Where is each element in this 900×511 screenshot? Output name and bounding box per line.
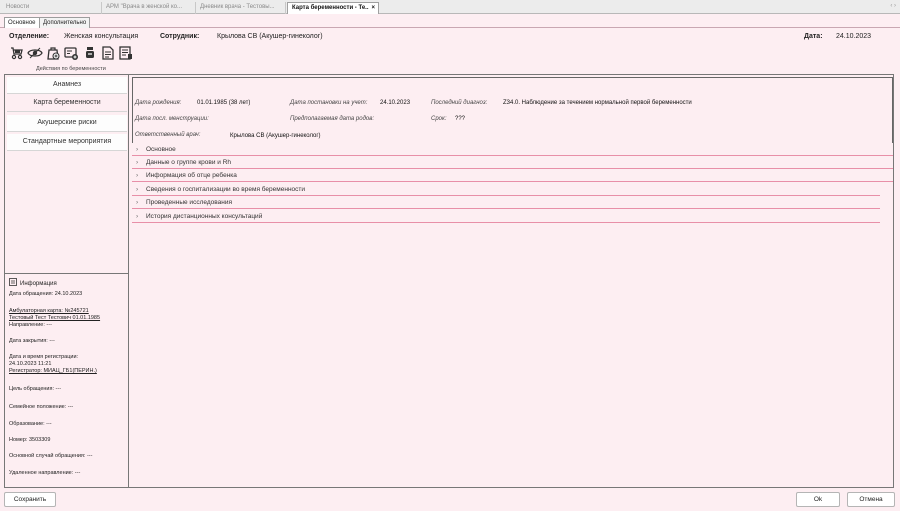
section-blood-group[interactable]: › Данные о группе крови и Rh (132, 156, 893, 169)
document-icon[interactable] (100, 45, 116, 61)
eye-icon[interactable] (27, 45, 43, 61)
close-icon[interactable]: × (372, 5, 376, 11)
registration-date-value: 24.10.2023 (380, 100, 411, 106)
info-icon (9, 278, 17, 286)
date-value: 24.10.2023 (836, 33, 872, 40)
tab-arm-doctor[interactable]: АРМ "Врача в женской ко... (102, 2, 196, 14)
chevron-right-icon: › (136, 199, 139, 206)
department-value: Женская консультация (64, 33, 139, 40)
section-hospitalization-label: Сведения о госпитализации во время берем… (146, 186, 306, 193)
tab-arm-doctor-label: АРМ "Врача в женской ко... (106, 4, 183, 10)
chevron-right-icon: › (136, 213, 139, 220)
section-examinations-label: Проведенные исследования (146, 199, 232, 206)
birth-date-value: 01.01.1985 (38 лет) (197, 100, 251, 106)
section-main[interactable]: › Основное (132, 143, 893, 156)
ok-button[interactable]: Ok (796, 492, 840, 507)
tab-pregnancy-card-label: Карта беременности - Те.. (292, 5, 369, 11)
subtab-main[interactable]: Основное (4, 17, 40, 28)
nav-anamnesis[interactable]: Анамнез (7, 77, 127, 94)
toolbar-caption: Действия по беременности (36, 66, 106, 72)
section-remote-consultations[interactable]: › История дистанционных консультаций (132, 210, 880, 223)
tab-scroll-arrows[interactable]: ‹ › (890, 3, 896, 9)
birth-date-label: Дата рождения: (135, 100, 182, 106)
info-remote-referral: Удаленное направление: --- (9, 470, 81, 476)
stroller-icon[interactable] (9, 45, 25, 61)
sub-tab-bar: Основное Дополнительно (0, 15, 900, 28)
nav-pregnancy-card[interactable]: Карта беременности (7, 95, 127, 112)
info-number: Номер: 3503309 (9, 437, 51, 443)
info-title: Информация (9, 278, 57, 287)
subtab-additional[interactable]: Дополнительно (39, 17, 91, 28)
chevron-right-icon: › (136, 146, 139, 153)
info-outpatient-card[interactable]: Амбулаторная карта: №245721 (9, 308, 89, 314)
section-main-label: Основное (146, 146, 176, 153)
info-title-text: Информация (20, 281, 57, 287)
chevron-right-icon: › (136, 159, 139, 166)
document-tab-strip: Новости АРМ "Врача в женской ко... Дневн… (0, 0, 900, 14)
tab-doctor-diary[interactable]: Дневник врача - Тестовы... (196, 2, 286, 14)
tab-news-label: Новости (6, 4, 30, 10)
info-registrar[interactable]: Регистратор: МИАЦ_ГБ1(ПЕРИН.) (9, 368, 97, 374)
responsible-doctor-label: Ответственный врач: (135, 132, 201, 138)
nav-standard-measures[interactable]: Стандартные мероприятия (7, 134, 127, 151)
expected-birth-date-label: Предполагаемая дата родов: (290, 116, 375, 122)
info-reg-datetime-label: Дата и время регистрации: (9, 354, 79, 360)
last-diagnosis-label: Последний диагноз: (431, 100, 488, 106)
last-menstruation-label: Дата посл. менструации: (135, 116, 209, 122)
document-list-icon[interactable] (118, 45, 134, 61)
bottom-bar: Сохранить Ok Отмена (0, 489, 900, 511)
tab-pregnancy-card[interactable]: Карта беременности - Те.. × (287, 2, 379, 14)
section-father-info-label: Информация об отце ребенка (146, 172, 237, 179)
tab-news[interactable]: Новости (2, 2, 102, 14)
card-add-icon[interactable] (63, 45, 79, 61)
info-visit-date: Дата обращения: 24.10.2023 (9, 291, 83, 297)
bottles-icon[interactable] (82, 45, 98, 61)
department-label: Отделение: (9, 33, 50, 40)
date-label: Дата: (804, 33, 823, 40)
cancel-button[interactable]: Отмена (847, 492, 895, 507)
section-examinations[interactable]: › Проведенные исследования (132, 196, 880, 209)
last-diagnosis-value: Z34.0. Наблюдение за течением нормальной… (503, 100, 692, 106)
bag-icon[interactable] (45, 45, 61, 61)
section-remote-consultations-label: История дистанционных консультаций (146, 213, 263, 220)
employee-label: Сотрудник: (160, 33, 200, 40)
left-navigation: Анамнез Карта беременности Акушерские ри… (5, 75, 129, 487)
section-father-info[interactable]: › Информация об отце ребенка (132, 169, 893, 182)
section-hospitalization[interactable]: › Сведения о госпитализации во время бере… (132, 183, 880, 196)
main-frame: Анамнез Карта беременности Акушерские ри… (4, 74, 894, 488)
info-education: Образование: --- (9, 421, 52, 427)
pregnancy-card-content: Дата рождения: 01.01.1985 (38 лет) Дата … (129, 75, 893, 487)
chevron-right-icon: › (136, 172, 139, 179)
responsible-doctor-value: Крылова СВ (Акушер-гинеколог) (230, 133, 321, 139)
nav-obstetric-risks[interactable]: Акушерские риски (7, 115, 127, 132)
info-main-case: Основной случай обращения: --- (9, 453, 93, 459)
employee-value: Крылова СВ (Акушер-гинеколог) (217, 33, 323, 40)
info-reg-datetime-value: 24.10.2023 11:21 (9, 361, 52, 367)
info-panel: Информация Дата обращения: 24.10.2023 Ам… (5, 273, 128, 487)
info-patient-name[interactable]: Тестовый Тест Тестович 01.01.1985 (9, 315, 100, 321)
registration-date-label: Дата постановки на учет: (290, 100, 368, 106)
info-marital-status: Семейное положение: --- (9, 404, 74, 410)
info-visit-purpose: Цель обращения: --- (9, 386, 62, 392)
save-button[interactable]: Сохранить (4, 492, 56, 507)
section-blood-group-label: Данные о группе крови и Rh (146, 159, 232, 166)
term-label: Срок: (431, 116, 447, 122)
info-close-date: Дата закрытия: --- (9, 338, 55, 344)
chevron-right-icon: › (136, 186, 139, 193)
term-value: ??? (455, 116, 466, 122)
info-referral: Направление: --- (9, 322, 52, 328)
tab-doctor-diary-label: Дневник врача - Тестовы... (200, 4, 275, 10)
patient-info-box: Дата рождения: 01.01.1985 (38 лет) Дата … (132, 77, 893, 143)
